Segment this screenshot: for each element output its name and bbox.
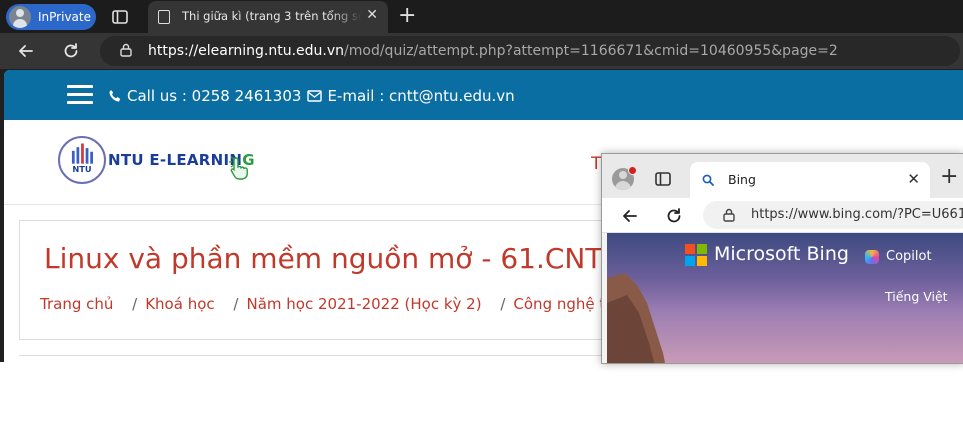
breadcrumb-courses[interactable]: Khoá học [145, 295, 214, 313]
breadcrumb-separator: / [132, 295, 138, 313]
logo-text-main: NTU E-LEARNIN [108, 151, 243, 169]
breadcrumb-year[interactable]: Năm học 2021-2022 (Học kỳ 2) [246, 295, 481, 313]
svg-text:NTU: NTU [72, 164, 91, 174]
url-host: https://elearning.ntu.edu.vn [148, 43, 345, 59]
bing-browser-window[interactable]: Bing ✕ + https://www.bing.com/?PC=U661 M… [601, 153, 963, 364]
url-text: https://elearning.ntu.edu.vn/mod/quiz/at… [148, 43, 838, 59]
menu-icon[interactable] [67, 85, 93, 105]
copilot-icon [865, 249, 879, 264]
contact-info: Call us : 0258 2461303 E-mail : cntt@ntu… [108, 87, 515, 105]
bing-tab[interactable]: Bing ✕ [690, 162, 930, 198]
breadcrumb: Trang chủ / Khoá học / Năm học 2021-2022 (… [40, 295, 615, 313]
bing-brand[interactable]: Microsoft Bing [714, 243, 849, 265]
breadcrumb-home[interactable]: Trang chủ [40, 295, 113, 313]
profile-avatar-icon [9, 6, 31, 28]
bing-refresh-icon[interactable] [664, 206, 684, 226]
bing-address-row: https://www.bing.com/?PC=U661 [602, 198, 963, 233]
inprivate-profile-button[interactable]: InPrivate [6, 4, 96, 30]
microsoft-logo-icon[interactable] [685, 244, 707, 266]
bing-tab-actions-icon[interactable] [654, 170, 672, 188]
tab-close-icon[interactable]: ✕ [366, 7, 378, 23]
refresh-icon[interactable] [61, 41, 81, 61]
bing-lock-icon[interactable] [723, 208, 735, 222]
bing-tab-title: Bing [728, 172, 756, 187]
notification-dot-icon [628, 166, 637, 175]
new-tab-icon[interactable]: + [398, 3, 416, 28]
address-row: https://elearning.ntu.edu.vn/mod/quiz/at… [0, 33, 963, 69]
bing-tab-bar: Bing ✕ + [602, 154, 963, 198]
course-title: Linux và phần mềm nguồn mở - 61.CNTT [44, 242, 620, 275]
bing-homepage: Microsoft Bing Copilot Tiếng Việt [607, 233, 963, 363]
url-path: /mod/quiz/attempt.php?attempt=1166671&cm… [344, 43, 838, 59]
header-truncated-text[interactable]: T [591, 154, 601, 174]
bing-tab-close-icon[interactable]: ✕ [907, 170, 920, 188]
bing-back-icon[interactable] [620, 206, 640, 226]
ntu-logo[interactable]: NTU [58, 136, 106, 184]
page-favicon-icon [158, 10, 170, 24]
tab-title: Thi giữa kì (trang 3 trên tổng số 5) [182, 9, 362, 23]
address-bar[interactable]: https://elearning.ntu.edu.vn/mod/quiz/at… [100, 36, 960, 66]
tab-quiz[interactable]: Thi giữa kì (trang 3 trên tổng số 5) ✕ [148, 1, 388, 33]
back-icon[interactable] [16, 41, 36, 61]
site-top-bar: Call us : 0258 2461303 E-mail : cntt@ntu… [4, 70, 963, 120]
breadcrumb-separator: / [500, 295, 506, 313]
inprivate-label: InPrivate [38, 10, 91, 24]
search-icon [702, 174, 714, 186]
breadcrumb-separator: / [233, 295, 239, 313]
breadcrumb-department[interactable]: Công nghệ th [513, 295, 614, 313]
tab-bar: InPrivate Thi giữa kì (trang 3 trên tổng… [0, 0, 963, 33]
tab-actions-icon[interactable] [111, 8, 129, 26]
background-cliff-image [607, 273, 665, 363]
language-link[interactable]: Tiếng Việt [885, 289, 948, 304]
contact-phone: Call us : 0258 2461303 [127, 87, 302, 105]
bing-new-tab-icon[interactable]: + [940, 164, 958, 189]
pointing-hand-icon [229, 156, 248, 180]
copilot-label: Copilot [886, 249, 932, 264]
phone-icon [109, 90, 121, 102]
contact-email: E-mail : cntt@ntu.edu.vn [327, 87, 515, 105]
bing-address-bar[interactable]: https://www.bing.com/?PC=U661 [703, 201, 963, 229]
copilot-link[interactable]: Copilot [865, 249, 932, 264]
mail-icon [307, 90, 323, 102]
lock-icon[interactable] [120, 43, 132, 57]
bing-url-text: https://www.bing.com/?PC=U661 [751, 207, 963, 222]
